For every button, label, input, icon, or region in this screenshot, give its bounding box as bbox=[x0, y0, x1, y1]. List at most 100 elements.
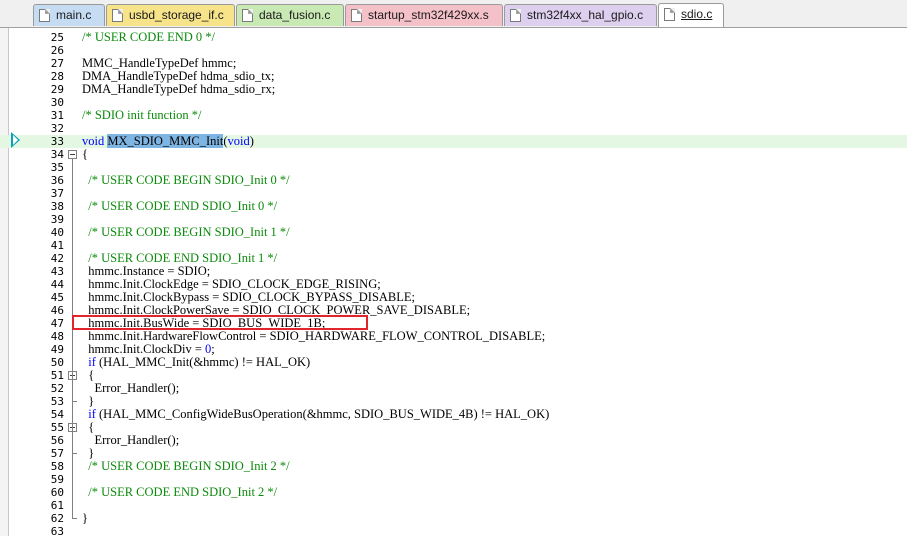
line-number: 47 bbox=[50, 317, 64, 330]
code-line[interactable]: 62} bbox=[0, 512, 907, 526]
c-source-file-locked-icon bbox=[112, 9, 123, 22]
code-token: hmmc.Init.HardwareFlowControl = SDIO_HAR… bbox=[82, 329, 546, 343]
code-token: DMA_HandleTypeDef hdma_sdio_rx; bbox=[82, 82, 276, 96]
line-number: 46 bbox=[50, 304, 64, 317]
tab-label: usbd_storage_if.c bbox=[129, 8, 224, 22]
line-number: 63 bbox=[50, 525, 64, 536]
code-line[interactable]: 60 /* USER CODE END SDIO_Init 2 */ bbox=[0, 486, 907, 500]
code-text: /* USER CODE BEGIN SDIO_Init 2 */ bbox=[82, 460, 289, 473]
code-text: DMA_HandleTypeDef hdma_sdio_rx; bbox=[82, 83, 275, 96]
line-number: 58 bbox=[50, 460, 64, 473]
fold-toggle-icon[interactable] bbox=[68, 150, 77, 159]
line-number: 31 bbox=[50, 109, 64, 122]
code-line[interactable]: 58 /* USER CODE BEGIN SDIO_Init 2 */ bbox=[0, 460, 907, 474]
asm-source-file-icon bbox=[351, 9, 362, 22]
code-token: hmmc.Init.ClockDiv = bbox=[82, 342, 206, 356]
line-number: 25 bbox=[50, 31, 64, 44]
tab-sdio-c[interactable]: sdio.c bbox=[658, 3, 724, 27]
code-line[interactable]: 25 /* USER CODE END 0 */ bbox=[0, 30, 907, 45]
line-number: 30 bbox=[50, 96, 64, 109]
code-line[interactable]: 38 /* USER CODE END SDIO_Init 0 */ bbox=[0, 199, 907, 214]
tab-main-c[interactable]: main.c bbox=[33, 4, 105, 26]
line-number: 36 bbox=[50, 174, 64, 187]
execution-arrow-icon bbox=[11, 132, 20, 148]
tab-label: main.c bbox=[56, 8, 92, 22]
code-line[interactable]: 31 /* SDIO init function */ bbox=[0, 109, 907, 123]
code-token: /* USER CODE BEGIN SDIO_Init 0 */ bbox=[82, 173, 290, 187]
code-text: { bbox=[82, 148, 88, 161]
code-text: /* USER CODE BEGIN SDIO_Init 1 */ bbox=[82, 225, 290, 239]
fold-range-line bbox=[72, 159, 73, 518]
code-token: hmmc.Init.ClockEdge = SDIO_CLOCK_EDGE_RI… bbox=[82, 277, 381, 291]
line-number: 28 bbox=[50, 70, 64, 83]
code-line[interactable]: 50 if (HAL_MMC_Init(&hmmc) != HAL_OK) bbox=[0, 355, 907, 370]
line-number: 53 bbox=[50, 395, 64, 408]
code-line[interactable]: 36 /* USER CODE BEGIN SDIO_Init 0 */ bbox=[0, 173, 907, 188]
code-token: /* USER CODE END SDIO_Init 2 */ bbox=[82, 485, 278, 499]
line-number: 48 bbox=[50, 330, 64, 343]
tab-startup-stm32f429xx-s[interactable]: startup_stm32f429xx.s bbox=[345, 4, 503, 26]
line-number: 38 bbox=[50, 200, 64, 213]
code-line[interactable]: 54 if (HAL_MMC_ConfigWideBusOperation(&h… bbox=[0, 407, 907, 422]
line-number: 27 bbox=[50, 57, 64, 70]
code-token: /* SDIO init function */ bbox=[82, 108, 202, 122]
code-text: Error_Handler(); bbox=[82, 381, 180, 395]
tab-data-fusion-c[interactable]: data_fusion.c bbox=[236, 4, 344, 26]
line-number: 42 bbox=[50, 252, 64, 265]
line-number: 52 bbox=[50, 382, 64, 395]
line-number: 59 bbox=[50, 473, 64, 486]
code-line[interactable]: 29 DMA_HandleTypeDef hdma_sdio_rx; bbox=[0, 83, 907, 97]
tab-stm32f4xx-hal-gpio-c[interactable]: stm32f4xx_hal_gpio.c bbox=[504, 4, 657, 26]
code-text: /* USER CODE END SDIO_Init 2 */ bbox=[82, 486, 277, 499]
line-number: 44 bbox=[50, 278, 64, 291]
c-source-file-icon bbox=[39, 9, 50, 22]
code-token: (HAL_MMC_ConfigWideBusOperation(&hmmc, S… bbox=[99, 407, 550, 421]
line-number: 51 bbox=[50, 369, 64, 382]
line-number: 33 bbox=[50, 135, 64, 148]
code-token: DMA_HandleTypeDef hdma_sdio_tx; bbox=[82, 69, 275, 83]
code-editor[interactable]: 25 /* USER CODE END 0 */ 26 27 MMC_HandleTyp… bbox=[0, 28, 907, 536]
code-token: Error_Handler(); bbox=[82, 381, 180, 395]
c-source-file-icon bbox=[664, 8, 675, 21]
code-token: /* USER CODE END SDIO_Init 1 */ bbox=[82, 251, 278, 265]
code-token: hmmc.Init.ClockBypass = SDIO_CLOCK_BYPAS… bbox=[82, 290, 416, 304]
code-token: } bbox=[82, 511, 88, 525]
c-source-file-icon bbox=[510, 9, 521, 22]
tab-usbd-storage-if-c[interactable]: usbd_storage_if.c bbox=[106, 4, 235, 26]
code-token: /* USER CODE END 0 */ bbox=[82, 30, 215, 44]
code-text: void MX_SDIO_MMC_Init(void) bbox=[82, 134, 254, 148]
code-text: } bbox=[82, 512, 88, 525]
line-number: 37 bbox=[50, 187, 64, 200]
code-token: MMC_HandleTypeDef hmmc; bbox=[82, 56, 237, 70]
code-text: Error_Handler(); bbox=[82, 433, 180, 447]
code-token: } bbox=[82, 394, 95, 408]
code-token: hmmc.Instance = SDIO; bbox=[82, 264, 211, 278]
code-line[interactable]: 34 { bbox=[0, 148, 907, 162]
code-token: { bbox=[82, 147, 88, 161]
code-line[interactable]: 63 bbox=[0, 525, 907, 536]
line-number: 45 bbox=[50, 291, 64, 304]
code-token: (HAL_MMC_Init(&hmmc) != HAL_OK) bbox=[99, 355, 311, 369]
code-line[interactable]: 61 bbox=[0, 499, 907, 512]
code-line[interactable]: 40 /* USER CODE BEGIN SDIO_Init 1 */ bbox=[0, 225, 907, 240]
code-token: if bbox=[82, 407, 100, 421]
code-token: Error_Handler(); bbox=[82, 433, 180, 447]
code-text: /* SDIO init function */ bbox=[82, 109, 201, 122]
line-number: 32 bbox=[50, 122, 64, 135]
code-text: /* USER CODE BEGIN SDIO_Init 0 */ bbox=[82, 173, 290, 187]
fold-end-marker bbox=[72, 518, 77, 519]
code-token: if bbox=[82, 355, 100, 369]
code-line[interactable]: 52 Error_Handler(); bbox=[0, 381, 907, 396]
line-number: 49 bbox=[50, 343, 64, 356]
code-token: } bbox=[82, 446, 95, 460]
tab-label: sdio.c bbox=[681, 7, 713, 21]
code-line[interactable]: 33 void MX_SDIO_MMC_Init(void) bbox=[0, 134, 907, 148]
line-number: 26 bbox=[50, 44, 64, 57]
code-token: /* USER CODE END SDIO_Init 0 */ bbox=[82, 199, 278, 213]
code-token: /* USER CODE BEGIN SDIO_Init 1 */ bbox=[82, 225, 290, 239]
code-line[interactable]: 56 Error_Handler(); bbox=[0, 433, 907, 448]
line-number: 56 bbox=[50, 434, 64, 447]
line-number: 40 bbox=[50, 226, 64, 239]
line-number: 61 bbox=[50, 499, 64, 512]
line-number: 34 bbox=[50, 148, 64, 161]
